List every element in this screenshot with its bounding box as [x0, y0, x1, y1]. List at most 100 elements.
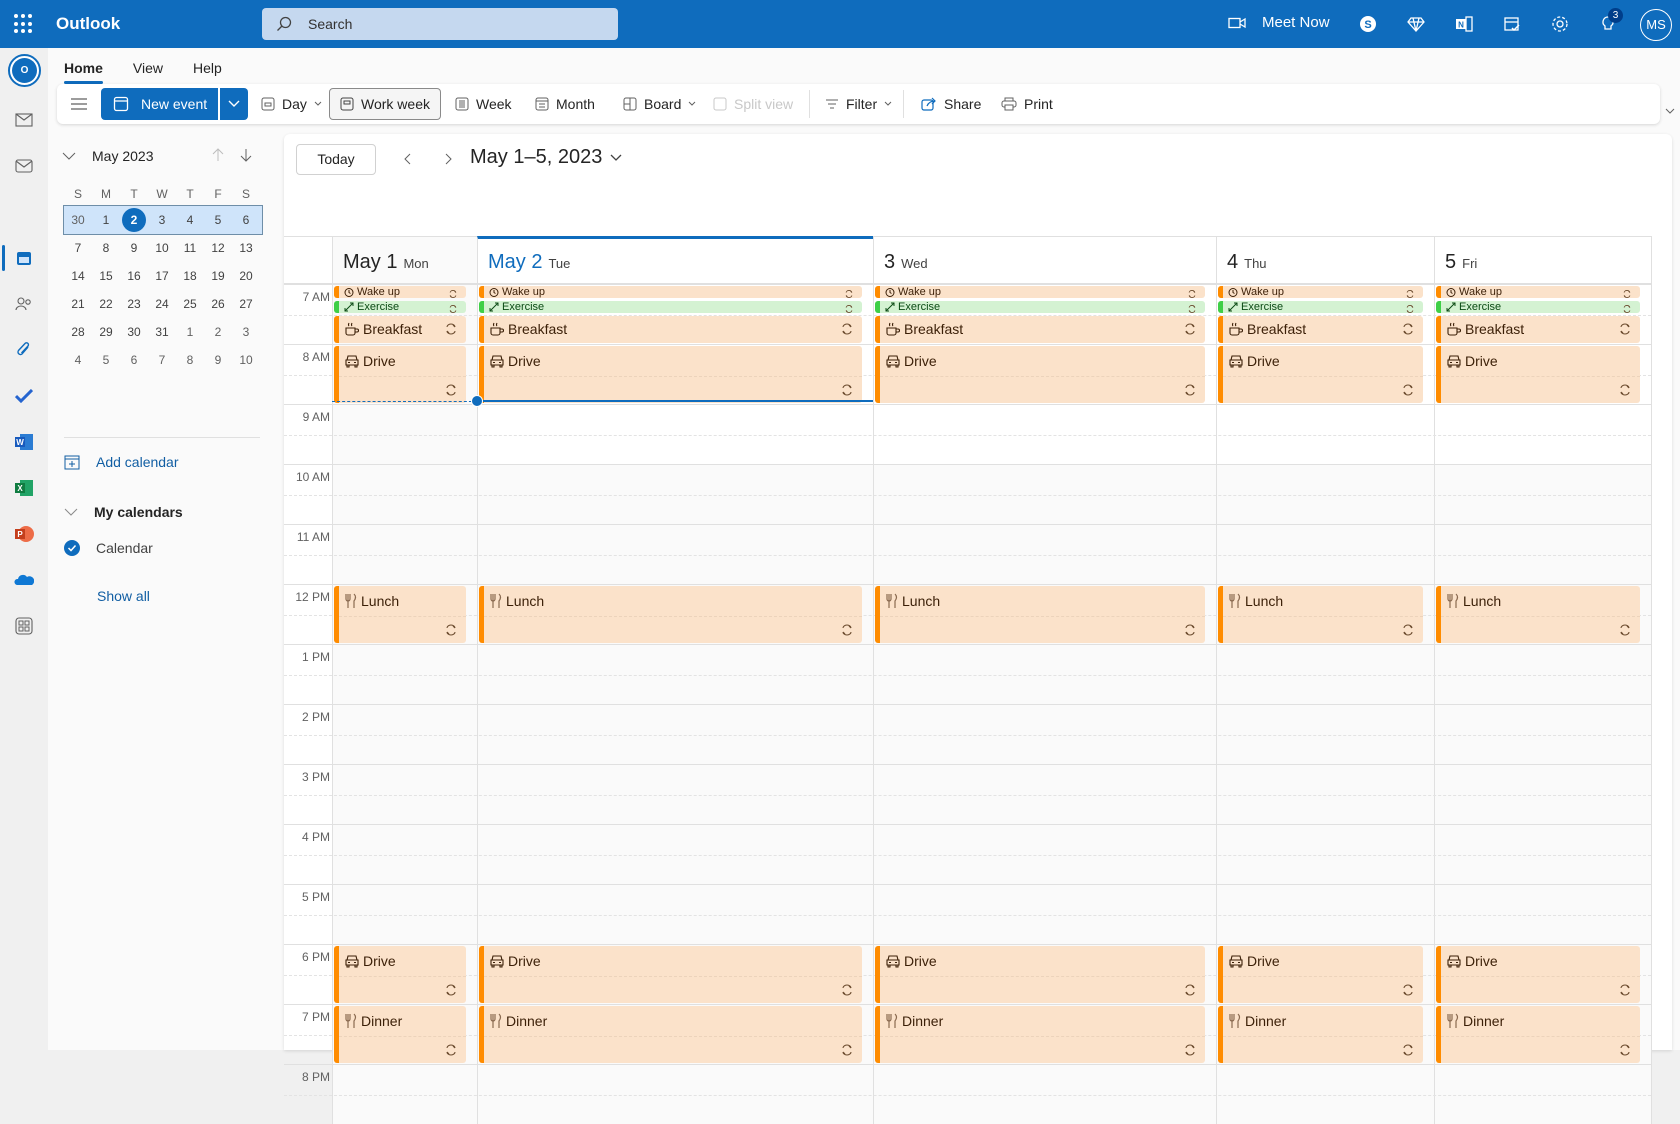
calendar-event[interactable]: Exercise — [1218, 301, 1423, 313]
mini-calendar-day[interactable]: 14 — [71, 269, 84, 283]
mini-calendar-month[interactable]: May 2023 — [92, 148, 153, 164]
previous-week-button[interactable] — [398, 149, 418, 169]
mini-calendar-day[interactable]: 19 — [211, 269, 224, 283]
calendar-event[interactable]: Dinner — [1436, 1006, 1640, 1063]
calendar-event[interactable]: Lunch — [479, 586, 862, 643]
calendar-event[interactable]: Drive — [875, 946, 1205, 1003]
calendar-item[interactable]: Calendar — [64, 540, 153, 556]
calendar-event[interactable]: Breakfast — [1218, 316, 1423, 343]
calendar-event[interactable]: Dinner — [1218, 1006, 1423, 1063]
mini-calendar-day[interactable]: 31 — [155, 325, 168, 339]
mini-calendar-day[interactable]: 24 — [155, 297, 168, 311]
excel-icon[interactable]: X — [12, 476, 36, 500]
mini-calendar-day[interactable]: 1 — [187, 325, 194, 339]
board-view-button[interactable]: Board — [623, 88, 696, 120]
calendar-event[interactable]: Lunch — [334, 586, 466, 643]
calendar-event[interactable]: Lunch — [1436, 586, 1640, 643]
attachment-files-icon[interactable] — [12, 338, 36, 362]
mini-calendar-day[interactable]: 5 — [215, 213, 222, 227]
mini-calendar-day[interactable]: 4 — [187, 213, 194, 227]
mini-calendar-day[interactable]: 9 — [131, 241, 138, 255]
people-icon[interactable] — [12, 292, 36, 316]
next-week-button[interactable] — [438, 149, 458, 169]
outlook-logo-icon[interactable]: O — [8, 54, 41, 87]
mini-calendar-day[interactable]: 1 — [103, 213, 110, 227]
mini-calendar-day[interactable]: 9 — [215, 353, 222, 367]
mini-calendar-day[interactable]: 2 — [215, 325, 222, 339]
mini-calendar-day[interactable]: 20 — [239, 269, 252, 283]
calendar-event[interactable]: Dinner — [875, 1006, 1205, 1063]
calendar-event[interactable]: Wake up — [479, 286, 862, 298]
mini-calendar-today[interactable]: 2 — [122, 208, 146, 232]
date-range-picker[interactable]: May 1–5, 2023 — [470, 146, 622, 169]
mini-calendar-day[interactable]: 12 — [211, 241, 224, 255]
calendar-event[interactable]: Drive — [479, 346, 862, 403]
day-header[interactable]: 3 Wed — [873, 236, 1216, 284]
day-header[interactable]: May 1 Mon — [332, 236, 477, 284]
calendar-event[interactable]: Breakfast — [875, 316, 1205, 343]
add-calendar-button[interactable]: Add calendar — [64, 454, 179, 470]
mini-calendar-day[interactable]: 4 — [75, 353, 82, 367]
mini-calendar-day[interactable]: 17 — [155, 269, 168, 283]
calendar-icon[interactable] — [12, 246, 36, 270]
calendar-event[interactable]: Dinner — [479, 1006, 862, 1063]
calendar-event[interactable]: Drive — [875, 346, 1205, 403]
account-avatar[interactable]: MS — [1640, 9, 1672, 41]
mini-calendar-day[interactable]: 7 — [159, 353, 166, 367]
filter-button[interactable]: Filter — [825, 88, 892, 120]
calendar-event[interactable]: Drive — [1218, 946, 1423, 1003]
settings-icon[interactable] — [1548, 12, 1572, 36]
calendar-event[interactable]: Exercise — [334, 301, 466, 313]
calendar-event[interactable]: Wake up — [1218, 286, 1423, 298]
calendar-event[interactable]: Drive — [1218, 346, 1423, 403]
calendar-event[interactable]: Breakfast — [479, 316, 862, 343]
calendar-event[interactable]: Drive — [334, 946, 466, 1003]
onenote-icon[interactable]: N — [1452, 12, 1476, 36]
my-calendars-group[interactable]: My calendars — [64, 504, 183, 520]
new-event-dropdown[interactable] — [220, 88, 248, 120]
mini-calendar-day[interactable]: 3 — [159, 213, 166, 227]
todo-icon[interactable] — [12, 384, 36, 408]
premium-diamond-icon[interactable] — [1404, 12, 1428, 36]
mini-calendar-day[interactable]: 28 — [71, 325, 84, 339]
mini-calendar-day[interactable]: 30 — [71, 213, 84, 227]
collapse-chevron-icon[interactable] — [62, 152, 76, 160]
share-button[interactable]: Share — [921, 88, 981, 120]
calendar-event[interactable]: Wake up — [334, 286, 466, 298]
word-icon[interactable]: W — [12, 430, 36, 454]
mini-calendar-day[interactable]: 26 — [211, 297, 224, 311]
previous-month-arrow-icon[interactable] — [212, 148, 224, 162]
calendar-event[interactable]: Wake up — [875, 286, 1205, 298]
day-header[interactable]: May 2 Tue — [477, 236, 873, 284]
calendar-event[interactable]: Breakfast — [334, 316, 466, 343]
calendar-event[interactable]: Exercise — [875, 301, 1205, 313]
tab-help[interactable]: Help — [193, 54, 222, 84]
chevron-down-icon[interactable] — [314, 101, 322, 107]
app-launcher-icon[interactable] — [14, 14, 34, 34]
mini-calendar-day[interactable]: 10 — [239, 353, 252, 367]
search-input[interactable]: Search — [262, 8, 618, 40]
calendar-event[interactable]: Drive — [1436, 346, 1640, 403]
mini-calendar-day[interactable]: 5 — [103, 353, 110, 367]
calendar-event[interactable]: Dinner — [334, 1006, 466, 1063]
tab-view[interactable]: View — [133, 54, 163, 84]
toggle-pane-button[interactable] — [71, 88, 87, 120]
calendar-event[interactable]: Drive — [1436, 946, 1640, 1003]
mini-calendar-day[interactable]: 29 — [99, 325, 112, 339]
new-mail-icon[interactable] — [12, 108, 36, 132]
calendar-event[interactable]: Exercise — [479, 301, 862, 313]
mini-calendar-day[interactable]: 8 — [187, 353, 194, 367]
day-header[interactable]: 4 Thu — [1216, 236, 1434, 284]
show-all-link[interactable]: Show all — [97, 588, 150, 604]
next-month-arrow-icon[interactable] — [240, 148, 252, 162]
calendar-event[interactable]: Lunch — [875, 586, 1205, 643]
mini-calendar-day[interactable]: 6 — [131, 353, 138, 367]
calendar-event[interactable]: Drive — [479, 946, 862, 1003]
mini-calendar-day[interactable]: 6 — [243, 213, 250, 227]
powerpoint-icon[interactable]: P — [12, 522, 36, 546]
skype-icon[interactable]: S — [1356, 12, 1380, 36]
app-title[interactable]: Outlook — [56, 14, 120, 34]
month-view-button[interactable]: Month — [535, 88, 595, 120]
mini-calendar-day[interactable]: 30 — [127, 325, 140, 339]
day-view-button[interactable]: Day — [261, 88, 322, 120]
